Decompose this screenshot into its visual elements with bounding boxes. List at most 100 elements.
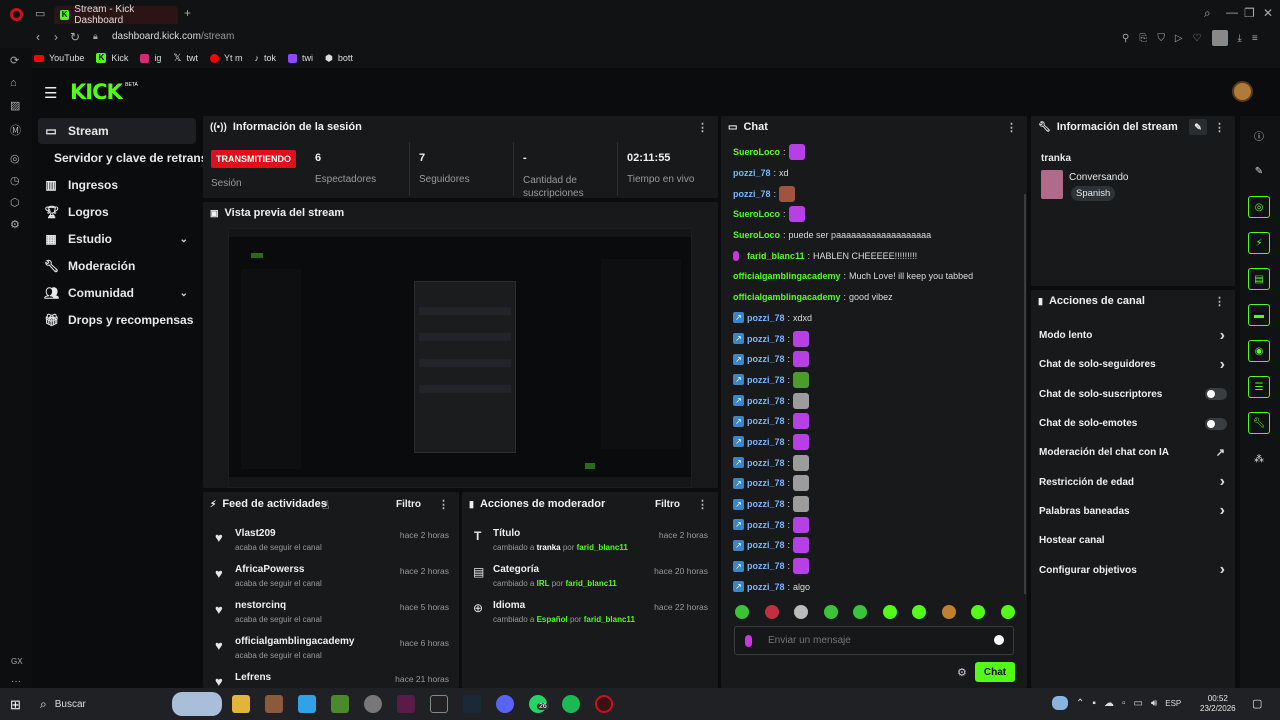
- back-icon[interactable]: ‹: [36, 30, 40, 44]
- language-indicator[interactable]: ESP: [1165, 699, 1181, 708]
- reload-icon[interactable]: ↻: [70, 30, 80, 44]
- chat-username[interactable]: pozzi_78: [747, 582, 785, 592]
- emote-icon[interactable]: [793, 537, 810, 554]
- quick-emote-icon[interactable]: [764, 605, 779, 619]
- emote-icon[interactable]: [793, 330, 810, 347]
- chat-username[interactable]: pozzi_78: [747, 396, 785, 406]
- search-tabs-icon[interactable]: ⌕: [1204, 6, 1211, 21]
- camera-icon[interactable]: ◎: [1248, 196, 1270, 218]
- whatsapp-icon[interactable]: 26: [529, 695, 549, 713]
- channel-action-item[interactable]: Modo lento ›: [1031, 321, 1235, 350]
- minimize-icon[interactable]: —: [1226, 5, 1238, 19]
- hamburger-menu-icon[interactable]: ☰: [44, 84, 57, 102]
- emote-icon[interactable]: [793, 558, 810, 575]
- history-icon[interactable]: ⟳: [10, 54, 21, 67]
- clock-icon[interactable]: ◷: [10, 174, 20, 187]
- m-icon[interactable]: Ⓜ: [10, 122, 21, 138]
- heart-icon[interactable]: ♡: [1193, 33, 1202, 44]
- chat-username[interactable]: SueroLoco: [733, 147, 780, 157]
- tab-menu-icon[interactable]: ▭: [35, 7, 45, 20]
- chat-username[interactable]: SueroLoco: [733, 209, 780, 219]
- tray-arrow-icon[interactable]: ⌃: [1076, 698, 1084, 709]
- channel-action-item[interactable]: Configurar objetivos ›: [1031, 555, 1235, 584]
- network-icon[interactable]: ▭: [1133, 698, 1142, 709]
- close-window-icon[interactable]: ✕: [1263, 6, 1273, 20]
- document-icon[interactable]: ▤: [1248, 268, 1270, 290]
- quick-emote-icon[interactable]: [882, 605, 897, 619]
- maximize-icon[interactable]: ❐: [1244, 6, 1255, 20]
- toggle-switch[interactable]: [1205, 388, 1227, 401]
- pin-icon[interactable]: ⚲: [1122, 33, 1129, 44]
- bookmark-youtube[interactable]: YouTube: [34, 53, 84, 63]
- tray-app-icon[interactable]: ▪: [1092, 698, 1096, 709]
- emote-icon[interactable]: [793, 351, 810, 368]
- nav-stream[interactable]: ▭ Stream: [38, 118, 196, 144]
- gx-label[interactable]: GX: [11, 657, 23, 666]
- chat-send-button[interactable]: Chat: [975, 662, 1015, 682]
- bookmark-icon[interactable]: ⎘: [1139, 33, 1147, 44]
- detail-user[interactable]: farid_blanc11: [577, 543, 628, 552]
- emote-icon[interactable]: [793, 454, 810, 471]
- nav-logros[interactable]: 🏆︎ Logros: [38, 199, 196, 225]
- more-options-icon[interactable]: ⋮: [438, 498, 449, 511]
- chat-username[interactable]: pozzi_78: [747, 354, 785, 364]
- channel-action-item[interactable]: Chat de solo-seguidores ›: [1031, 350, 1235, 379]
- toggle-switch[interactable]: [1205, 417, 1227, 430]
- channel-action-item[interactable]: Moderación del chat con IA ↗: [1031, 438, 1235, 467]
- chat-username[interactable]: pozzi_78: [747, 334, 785, 344]
- feed-filter-button[interactable]: Filtro: [396, 499, 421, 510]
- opera-gx-icon[interactable]: [595, 695, 613, 713]
- cube-icon[interactable]: ⬡: [10, 196, 20, 209]
- bookmark-bott[interactable]: ⬢ bott: [325, 53, 353, 64]
- chat-username[interactable]: pozzi_78: [747, 416, 785, 426]
- chat-username[interactable]: officialgamblingacademy: [733, 292, 841, 302]
- emote-icon[interactable]: [788, 206, 805, 223]
- mod-filter-button[interactable]: Filtro: [655, 499, 680, 510]
- chat-username[interactable]: pozzi_78: [747, 478, 785, 488]
- chat-username[interactable]: pozzi_78: [747, 540, 785, 550]
- quick-emote-icon[interactable]: [823, 605, 838, 619]
- nav-comunidad[interactable]: 👥︎ Comunidad ⌄: [38, 280, 196, 306]
- emote-icon[interactable]: [793, 516, 810, 533]
- spotify-icon[interactable]: [562, 695, 580, 713]
- nav-drops[interactable]: 🎁︎ Drops y recompensas: [38, 307, 196, 333]
- emote-icon[interactable]: [793, 413, 810, 430]
- channel-action-item[interactable]: Chat de solo-emotes: [1031, 409, 1235, 438]
- gear-icon[interactable]: ⚙: [10, 218, 20, 231]
- quick-emote-icon[interactable]: [735, 605, 749, 619]
- stream-category[interactable]: Conversando: [1069, 172, 1128, 183]
- opera-logo-icon[interactable]: [10, 8, 23, 21]
- emote-icon[interactable]: [793, 496, 810, 513]
- category-thumbnail[interactable]: [1041, 170, 1063, 199]
- emote-icon[interactable]: [793, 371, 810, 388]
- bookmark-youtube-music[interactable]: Yt m: [209, 53, 243, 63]
- feed-user[interactable]: nestorcinq: [235, 600, 286, 611]
- feed-user[interactable]: officialgamblingacademy: [235, 636, 354, 647]
- purple-app-icon[interactable]: [397, 695, 415, 713]
- epic-games-icon[interactable]: [430, 695, 448, 713]
- detail-user[interactable]: farid_blanc11: [566, 579, 617, 588]
- cart-icon[interactable]: ⌂: [10, 77, 21, 89]
- steam-icon[interactable]: [463, 695, 481, 713]
- cloud-icon[interactable]: ☁: [1104, 698, 1114, 709]
- channel-action-item[interactable]: Hostear canal: [1031, 526, 1235, 555]
- chat-username[interactable]: pozzi_78: [747, 313, 785, 323]
- url-field[interactable]: dashboard.kick.com/stream: [112, 31, 234, 42]
- chat-username[interactable]: pozzi_78: [747, 499, 785, 509]
- browser-menu-icon[interactable]: ≡: [1252, 33, 1258, 44]
- chat-message-input[interactable]: [768, 635, 988, 646]
- detail-user[interactable]: farid_blanc11: [584, 615, 635, 624]
- channel-action-item[interactable]: Chat de solo-suscriptores: [1031, 380, 1235, 409]
- nav-ingresos[interactable]: ▥ Ingresos: [38, 172, 196, 198]
- quick-emote-icon[interactable]: [941, 605, 956, 619]
- more-options-icon[interactable]: ⋮: [1214, 295, 1225, 308]
- notifications-icon[interactable]: ▢: [1252, 697, 1262, 710]
- emote-icon[interactable]: [779, 185, 796, 202]
- discord-icon[interactable]: [496, 695, 514, 713]
- channel-action-item[interactable]: Restricción de edad ›: [1031, 467, 1235, 496]
- stream-preview-video[interactable]: [228, 228, 692, 488]
- volume-icon[interactable]: 🔊︎: [1151, 698, 1157, 709]
- play-icon[interactable]: ▷: [1175, 33, 1183, 44]
- bookmark-twitch[interactable]: twi: [288, 53, 313, 63]
- nav-server-key[interactable]: Servidor y clave de retransmisión: [38, 145, 204, 171]
